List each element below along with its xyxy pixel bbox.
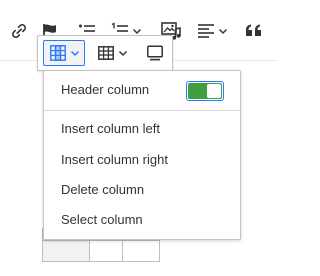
insert-column-left-item[interactable]: Insert column left [44,114,240,144]
header-column-label: Header column [61,82,150,97]
switch-track [188,83,222,99]
block-quote-button[interactable] [244,20,264,42]
link-icon [12,24,26,38]
table-column-button[interactable] [43,40,85,66]
table-merge-cells-icon [98,46,114,60]
switch-knob [207,84,221,98]
chevron-down-icon [218,28,228,35]
table-caption-icon [147,45,163,61]
header-column-switch[interactable] [186,81,224,101]
table-column-icon [50,45,66,61]
menu-divider [44,110,240,111]
table-balloon-toolbar [37,35,173,71]
insert-column-right-item[interactable]: Insert column right [44,145,240,175]
table-caption-button[interactable] [144,40,166,66]
insert-column-right-label: Insert column right [61,152,168,167]
delete-column-label: Delete column [61,182,145,197]
select-column-label: Select column [61,212,143,227]
chevron-down-icon [70,50,80,57]
quote-icon [246,24,261,36]
delete-column-item[interactable]: Delete column [44,175,240,205]
align-left-icon [198,24,214,38]
chevron-down-icon [118,50,128,57]
alignment-button[interactable] [196,20,228,42]
select-column-item[interactable]: Select column [44,205,240,235]
column-dropdown-menu: Header column Insert column left Insert … [43,70,241,240]
insert-column-left-label: Insert column left [61,121,160,136]
header-column-toggle-item[interactable]: Header column [44,75,240,105]
merge-cells-button[interactable] [93,40,137,66]
link-button[interactable] [9,20,29,42]
